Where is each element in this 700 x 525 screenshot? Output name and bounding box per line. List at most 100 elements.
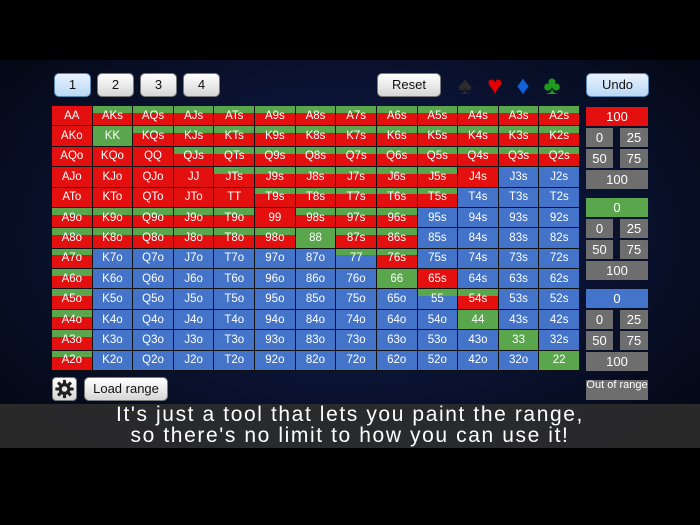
hand-cell[interactable]: T4s xyxy=(458,187,498,207)
hand-cell[interactable]: J2s xyxy=(539,167,579,187)
hand-cell[interactable]: 65o xyxy=(376,289,417,309)
hand-cell[interactable]: T4o xyxy=(214,309,255,330)
hand-cell[interactable]: 83o xyxy=(295,330,336,350)
hand-cell[interactable]: A5o xyxy=(52,289,92,309)
red-percent-option[interactable]: 75 xyxy=(620,149,648,168)
hand-cell[interactable]: T5s xyxy=(417,187,458,207)
hand-cell[interactable]: T8o xyxy=(214,228,255,248)
hand-cell[interactable]: KJs xyxy=(173,126,214,146)
hand-cell[interactable]: KJo xyxy=(92,167,133,187)
hand-cell[interactable]: T6o xyxy=(214,269,255,289)
hand-cell[interactable]: 74s xyxy=(458,248,498,269)
hand-cell[interactable]: Q7o xyxy=(133,248,173,269)
hand-cell[interactable]: T9o xyxy=(214,207,255,228)
hand-cell[interactable]: 84o xyxy=(295,309,336,330)
hand-cell[interactable]: 32s xyxy=(539,330,579,350)
hand-cell[interactable]: 43o xyxy=(458,330,498,350)
hand-cell[interactable]: 53o xyxy=(417,330,458,350)
hand-cell[interactable]: K8s xyxy=(295,126,336,146)
hand-cell[interactable]: JJ xyxy=(173,167,214,187)
hand-cell[interactable]: 86o xyxy=(295,269,336,289)
hand-cell[interactable]: 84s xyxy=(458,228,498,248)
hand-cell[interactable]: K2o xyxy=(92,350,133,370)
hand-cell[interactable]: 22 xyxy=(539,350,579,370)
hand-cell[interactable]: K2s xyxy=(539,126,579,146)
hand-cell[interactable]: 65s xyxy=(417,269,458,289)
hand-cell[interactable]: 93s xyxy=(498,207,539,228)
hand-cell[interactable]: JTo xyxy=(173,187,214,207)
hand-cell[interactable]: KTo xyxy=(92,187,133,207)
red-percent-option[interactable]: 0 xyxy=(586,128,613,147)
hand-cell[interactable]: Q6s xyxy=(376,146,417,167)
hand-cell[interactable]: 87s xyxy=(336,228,376,248)
hand-cell[interactable]: T3s xyxy=(498,187,539,207)
hand-cell[interactable]: J4s xyxy=(458,167,498,187)
hand-cell[interactable]: J2o xyxy=(173,350,214,370)
hand-cell[interactable]: 43s xyxy=(498,309,539,330)
hand-cell[interactable]: 55 xyxy=(417,289,458,309)
hand-cell[interactable]: QTo xyxy=(133,187,173,207)
hand-cell[interactable]: KQo xyxy=(92,146,133,167)
hand-cell[interactable]: 93o xyxy=(255,330,295,350)
hand-cell[interactable]: 53s xyxy=(498,289,539,309)
hand-cell[interactable]: 76s xyxy=(376,248,417,269)
hand-cell[interactable]: Q6o xyxy=(133,269,173,289)
hand-cell[interactable]: K6s xyxy=(376,126,417,146)
spade-icon[interactable]: ♠ xyxy=(453,72,477,98)
hand-cell[interactable]: J3o xyxy=(173,330,214,350)
hand-cell[interactable]: K4s xyxy=(458,126,498,146)
hand-cell[interactable]: T2s xyxy=(539,187,579,207)
hand-cell[interactable]: 75s xyxy=(417,248,458,269)
hand-cell[interactable]: Q2s xyxy=(539,146,579,167)
hand-cell[interactable]: AQs xyxy=(133,106,173,126)
hand-cell[interactable]: JTs xyxy=(214,167,255,187)
hand-cell[interactable]: TT xyxy=(214,187,255,207)
hand-cell[interactable]: Q5o xyxy=(133,289,173,309)
hand-cell[interactable]: 64s xyxy=(458,269,498,289)
red-percent-option[interactable]: 25 xyxy=(620,128,648,147)
hand-cell[interactable]: QQ xyxy=(133,146,173,167)
hand-cell[interactable]: K4o xyxy=(92,309,133,330)
hand-cell[interactable]: Q2o xyxy=(133,350,173,370)
hand-cell[interactable]: 77 xyxy=(336,248,376,269)
hand-cell[interactable]: 42s xyxy=(539,309,579,330)
hand-cell[interactable]: J9s xyxy=(255,167,295,187)
hand-cell[interactable]: K7s xyxy=(336,126,376,146)
hand-cell[interactable]: 62s xyxy=(539,269,579,289)
hand-cell[interactable]: 85o xyxy=(295,289,336,309)
hand-cell[interactable]: T3o xyxy=(214,330,255,350)
hand-cell[interactable]: K6o xyxy=(92,269,133,289)
hand-cell[interactable]: 63o xyxy=(376,330,417,350)
hand-cell[interactable]: 72o xyxy=(336,350,376,370)
hand-cell[interactable]: Q5s xyxy=(417,146,458,167)
hand-cell[interactable]: A9s xyxy=(255,106,295,126)
hand-cell[interactable]: AA xyxy=(52,106,92,126)
blue-percent-option[interactable]: 100 xyxy=(586,352,648,371)
hand-cell[interactable]: J3s xyxy=(498,167,539,187)
hand-cell[interactable]: KK xyxy=(92,126,133,146)
hand-cell[interactable]: K8o xyxy=(92,228,133,248)
hand-cell[interactable]: 98o xyxy=(255,228,295,248)
hand-cell[interactable]: 99 xyxy=(255,207,295,228)
hand-cell[interactable]: K5o xyxy=(92,289,133,309)
preset-button-4[interactable]: 4 xyxy=(183,73,220,97)
hand-cell[interactable]: A6o xyxy=(52,269,92,289)
hand-cell[interactable]: Q4s xyxy=(458,146,498,167)
hand-cell[interactable]: 95s xyxy=(417,207,458,228)
red-percent-option[interactable]: 100 xyxy=(586,170,648,189)
preset-button-1[interactable]: 1 xyxy=(54,73,91,97)
hand-cell[interactable]: T7o xyxy=(214,248,255,269)
hand-cell[interactable]: A6s xyxy=(376,106,417,126)
hand-cell[interactable]: 52s xyxy=(539,289,579,309)
hand-cell[interactable]: A4s xyxy=(458,106,498,126)
hand-cell[interactable]: 54o xyxy=(417,309,458,330)
hand-cell[interactable]: 64o xyxy=(376,309,417,330)
hand-cell[interactable]: 73o xyxy=(336,330,376,350)
hand-cell[interactable]: 86s xyxy=(376,228,417,248)
hand-cell[interactable]: A3o xyxy=(52,330,92,350)
hand-cell[interactable]: 92o xyxy=(255,350,295,370)
green-percent-option[interactable]: 0 xyxy=(586,219,613,238)
hand-cell[interactable]: AJo xyxy=(52,167,92,187)
green-percent-option[interactable]: 25 xyxy=(620,219,648,238)
hand-cell[interactable]: KQs xyxy=(133,126,173,146)
